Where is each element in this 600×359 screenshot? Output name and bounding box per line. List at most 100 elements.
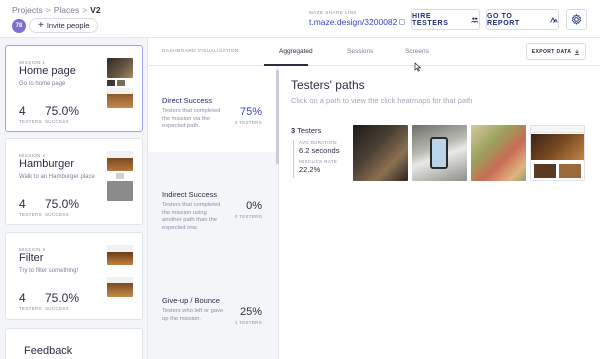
share-link: MAZE SHARE LINK t.maze.design/3200082 (309, 10, 406, 27)
missions-sidebar: MISSION 1 Home page Go to home page 4 TE… (0, 38, 148, 359)
tab-screens[interactable]: Screens (405, 48, 429, 55)
outcomes-column: Direct Success Testers that completed th… (148, 66, 279, 359)
outcome-indirect-success[interactable]: Indirect Success Testers that completed … (148, 160, 276, 246)
breadcrumb-places[interactable]: Places (54, 5, 80, 15)
mission-card-3[interactable]: MISSION 3 Filter Try to filter something… (5, 232, 143, 320)
outcome-give-up-bounce[interactable]: Give-up / Bounce Testers who left or gav… (148, 266, 276, 352)
screen-hero (531, 134, 584, 160)
misclick-rate-value: 22.2% (299, 165, 321, 174)
paths-subtitle: Click on a path to view the click heatma… (291, 96, 473, 105)
breadcrumb-current: V2 (90, 5, 101, 15)
go-to-report-label: GO TO REPORT (487, 12, 520, 27)
testers-paths-panel: Testers' paths Click on a path to view t… (280, 66, 600, 359)
mission-desc: Try to filter something! (19, 268, 79, 274)
outcome-direct-success[interactable]: Direct Success Testers that completed th… (148, 66, 276, 152)
feedback-card[interactable]: Feedback (5, 328, 143, 359)
outcome-desc: Testers who left or gave up the mission. (162, 308, 224, 322)
go-to-report-button[interactable]: GO TO REPORT (486, 9, 559, 30)
mission-desc: Go to home page (19, 81, 66, 87)
mission-title: Filter (19, 252, 44, 264)
top-bar: Projects > Places > V2 78 + Invite peopl… (0, 0, 600, 38)
settings-button[interactable] (566, 9, 587, 30)
paths-title: Testers' paths (291, 78, 365, 92)
outcome-title: Direct Success (162, 96, 213, 105)
hire-testers-label: HIRE TESTERS (412, 12, 449, 27)
avatar[interactable]: 78 (12, 19, 26, 33)
testers-label: TESTERS (19, 306, 42, 311)
copy-icon[interactable] (399, 19, 406, 25)
mission-title: Home page (19, 65, 76, 77)
testers-value: 4 (19, 291, 26, 305)
report-icon (550, 16, 558, 23)
thumbnail-spacer (107, 267, 135, 277)
success-value: 75.0% (45, 104, 80, 118)
screen-header (531, 126, 584, 133)
share-link-label: MAZE SHARE LINK (309, 10, 358, 15)
mission-success-stat: 75.0% SUCCESS (45, 291, 79, 311)
breadcrumb: Projects > Places > V2 (12, 5, 101, 15)
outcome-percent: 75% (239, 106, 262, 118)
screen-card (559, 164, 581, 178)
scrollbar[interactable] (276, 70, 279, 164)
screen-thumbnail (116, 173, 124, 179)
dashboard-tabs: DASHBOARD VISUALISATION Aggregated Sessi… (148, 38, 600, 66)
success-label: SUCCESS (45, 119, 69, 124)
avg-duration-label: AVG DURATION: (299, 140, 338, 145)
mission-thumbnails (107, 58, 135, 110)
gear-icon (571, 14, 582, 25)
mission-testers-stat: 4 TESTERS (19, 291, 42, 311)
hire-testers-button[interactable]: HIRE TESTERS (411, 9, 480, 30)
outcome-percent: 25% (239, 306, 262, 318)
mission-card-1[interactable]: MISSION 1 Home page Go to home page 4 TE… (5, 45, 143, 132)
screen-thumbnail (107, 277, 133, 297)
misclick-rate-label: MISCLICK RATE: (299, 159, 339, 164)
testers-value: 4 (19, 104, 26, 118)
avg-duration-value: 6.2 seconds (299, 146, 340, 155)
mission-success-stat: 75.0% SUCCESS (45, 197, 79, 217)
outcome-percent: 0% (246, 200, 262, 212)
outcome-title: Indirect Success (162, 190, 218, 199)
download-icon (575, 49, 580, 55)
path-metrics: AVG DURATION: 6.2 seconds MISCLICK RATE:… (293, 140, 339, 178)
phone-image (430, 137, 448, 169)
screen-card (534, 164, 556, 178)
success-label: SUCCESS (45, 212, 69, 217)
export-data-button[interactable]: EXPORT DATA (526, 43, 586, 60)
screen-thumbnail (107, 88, 133, 108)
mission-success-stat: 75.0% SUCCESS (45, 104, 79, 124)
breadcrumb-separator: > (45, 5, 51, 15)
feedback-title: Feedback (24, 345, 73, 357)
mission-thumbnails (107, 245, 135, 299)
tab-sessions[interactable]: Sessions (347, 48, 373, 55)
mission-title: Hamburger (19, 158, 75, 170)
screen-thumbnail (107, 151, 133, 171)
testers-icon (471, 17, 479, 23)
share-link-url[interactable]: t.maze.design/3200082 (309, 17, 406, 27)
mission-card-2[interactable]: MISSION 2 Hamburger Walk to an Hamburger… (5, 138, 143, 225)
invite-people-button[interactable]: + Invite people (29, 18, 99, 33)
share-link-text[interactable]: t.maze.design/3200082 (309, 17, 397, 27)
path-screen-2[interactable] (412, 125, 467, 181)
mission-thumbnails (107, 151, 135, 203)
section-label: DASHBOARD VISUALISATION (162, 49, 239, 54)
screen-thumbnail (107, 58, 133, 78)
success-value: 75.0% (45, 197, 80, 211)
screen-thumbnail (107, 181, 133, 201)
outcome-count: 3 TESTERS (234, 120, 262, 125)
path-screen-3[interactable] (471, 125, 526, 181)
screen-thumbnail (107, 80, 115, 86)
testers-label: TESTERS (19, 212, 42, 217)
path-screen-4[interactable] (530, 125, 585, 181)
breadcrumb-projects[interactable]: Projects (12, 5, 43, 15)
success-label: SUCCESS (45, 306, 69, 311)
export-label: EXPORT DATA (531, 48, 572, 55)
path-screen-1[interactable] (353, 125, 408, 181)
outcome-title: Give-up / Bounce (162, 296, 220, 305)
testers-count-label: Testers (297, 126, 322, 135)
outcome-count: 1 TESTERS (234, 320, 262, 325)
mouse-cursor-icon (414, 62, 422, 72)
mission-desc: Walk to an Hamburger place (19, 174, 95, 180)
mission-testers-stat: 4 TESTERS (19, 104, 42, 124)
testers-label: TESTERS (19, 119, 42, 124)
tab-aggregated[interactable]: Aggregated (279, 48, 313, 55)
